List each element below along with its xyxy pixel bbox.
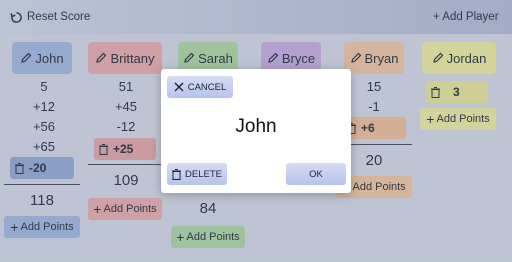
trash-icon <box>172 168 182 180</box>
edit-player-dialog: CANCEL John DELETE OK <box>161 69 351 193</box>
ok-button[interactable]: OK <box>286 163 346 185</box>
cancel-label: CANCEL <box>187 81 227 93</box>
delete-label: DELETE <box>185 168 222 180</box>
ok-label: OK <box>309 168 323 180</box>
player-name-field[interactable]: John <box>221 109 291 145</box>
close-icon <box>174 82 184 92</box>
delete-button[interactable]: DELETE <box>167 163 227 185</box>
cancel-button[interactable]: CANCEL <box>167 76 233 98</box>
